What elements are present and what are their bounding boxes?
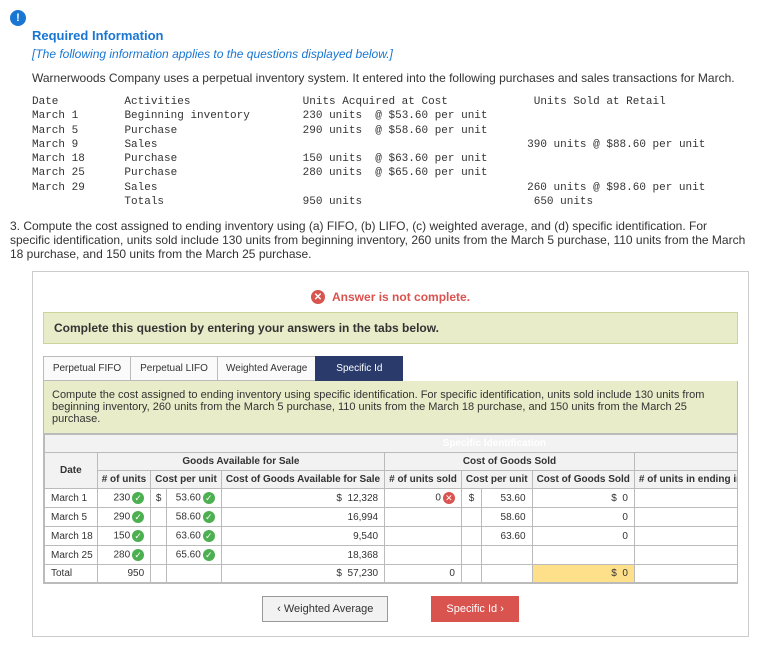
required-icon: ! [10, 10, 26, 26]
cell-cpu2-sym [461, 546, 481, 565]
cell-total-sold: 0 [385, 565, 462, 583]
check-icon: ✓ [132, 492, 144, 504]
cell-gafs: 16,994 [221, 508, 384, 527]
check-icon: ✓ [132, 549, 144, 561]
cell-cpu[interactable]: 53.60✓ [167, 489, 222, 508]
cell-cogs: 0 [532, 527, 634, 546]
cell-cpu2: 63.60 [482, 527, 532, 546]
chevron-left-icon: ‹ [277, 603, 281, 615]
cell-endu[interactable] [634, 489, 738, 508]
cell-sold[interactable] [385, 527, 462, 546]
cell-sold[interactable]: 0✕ [385, 489, 462, 508]
table-row: March 1 230✓ $ 53.60✓ $ 12,328 0✕ $ 53.6… [45, 489, 739, 508]
intro-text: Warnerwoods Company uses a perpetual inv… [32, 71, 749, 85]
cell-blank [151, 565, 167, 583]
table-title: Specific Identification [45, 435, 739, 453]
cell-cpu2-sym: $ [461, 489, 481, 508]
col-sold: # of units sold [385, 471, 462, 489]
cell-blank [461, 565, 481, 583]
col-gafs: Cost of Goods Available for Sale [221, 471, 384, 489]
table-row: March 25 280✓ 65.60✓ 18,368 65.60 0 [45, 546, 739, 565]
cell-total-cogs: $ 0 [532, 565, 634, 583]
check-icon: ✓ [203, 530, 215, 542]
specific-id-table: Specific Identification Date Goods Avail… [44, 434, 738, 583]
cell-total-endu: 0 [634, 565, 738, 583]
cell-units[interactable]: 290✓ [97, 508, 150, 527]
required-title: Required Information [32, 28, 749, 43]
cell-blank [167, 565, 222, 583]
cell-gafs: $ 12,328 [221, 489, 384, 508]
tab-specific[interactable]: Specific Id [315, 356, 403, 381]
table-row: March 5 290✓ 58.60✓ 16,994 58.60 0 58.60… [45, 508, 739, 527]
cell-cpu2: 58.60 [482, 508, 532, 527]
col-cogs: Cost of Goods Sold [532, 471, 634, 489]
cell-cpu2: 53.60 [482, 489, 532, 508]
cell-cpu2-sym [461, 508, 481, 527]
alert-text: Answer is not complete. [332, 290, 470, 304]
cell-date: March 5 [45, 508, 98, 527]
cell-sold[interactable] [385, 508, 462, 527]
cell-date: March 1 [45, 489, 98, 508]
col-date: Date [45, 453, 98, 489]
cell-cpu-sym [151, 546, 167, 565]
cell-units[interactable]: 280✓ [97, 546, 150, 565]
cell-cpu-sym [151, 527, 167, 546]
cell-cogs: 0 [532, 508, 634, 527]
cell-blank [482, 565, 532, 583]
tab-row: Perpetual FIFO Perpetual LIFO Weighted A… [43, 356, 738, 381]
alert-icon: ✕ [311, 290, 325, 304]
cell-date: March 18 [45, 527, 98, 546]
cell-cpu-sym: $ [151, 489, 167, 508]
cell-gafs: 18,368 [221, 546, 384, 565]
alert-banner: ✕ Answer is not complete. [43, 290, 738, 304]
col-group-end: Ending Inventory [634, 453, 738, 471]
col-endu: # of units in ending inventory [634, 471, 738, 489]
cell-units[interactable]: 150✓ [97, 527, 150, 546]
cell-date: March 25 [45, 546, 98, 565]
cell-cpu[interactable]: 65.60✓ [167, 546, 222, 565]
cell-total-gafs: $ 57,230 [221, 565, 384, 583]
col-cpu2: Cost per unit [461, 471, 532, 489]
next-button[interactable]: Specific Id › [431, 596, 518, 622]
tab-instruction: Compute the cost assigned to ending inve… [43, 381, 738, 434]
check-icon: ✓ [203, 492, 215, 504]
tab-weighted[interactable]: Weighted Average [217, 356, 316, 381]
cell-cogs: $ 0 [532, 489, 634, 508]
chevron-right-icon: › [500, 603, 504, 615]
x-icon: ✕ [443, 492, 455, 504]
cell-cpu-sym [151, 508, 167, 527]
tab-fifo[interactable]: Perpetual FIFO [43, 356, 131, 381]
cell-cpu[interactable]: 58.60✓ [167, 508, 222, 527]
ledger-block: Date Activities Units Acquired at Cost U… [32, 95, 749, 209]
cell-total-label: Total [45, 565, 98, 583]
cell-total-units: 950 [97, 565, 150, 583]
prev-button[interactable]: ‹ Weighted Average [262, 596, 388, 622]
cell-sold[interactable] [385, 546, 462, 565]
col-units: # of units [97, 471, 150, 489]
cell-units[interactable]: 230✓ [97, 489, 150, 508]
col-cpu: Cost per unit [151, 471, 222, 489]
note-text: [The following information applies to th… [32, 47, 749, 61]
cell-cogs [532, 546, 634, 565]
check-icon: ✓ [132, 511, 144, 523]
cell-endu[interactable] [634, 527, 738, 546]
col-group-gafs: Goods Available for Sale [97, 453, 384, 471]
table-row: March 18 150✓ 63.60✓ 9,540 63.60 0 63.60… [45, 527, 739, 546]
cell-cpu[interactable]: 63.60✓ [167, 527, 222, 546]
instruction-bar: Complete this question by entering your … [43, 312, 738, 344]
cell-cpu2 [482, 546, 532, 565]
cell-gafs: 9,540 [221, 527, 384, 546]
question3-text: 3. Compute the cost assigned to ending i… [10, 219, 749, 261]
cell-endu[interactable] [634, 508, 738, 527]
col-group-cogs: Cost of Goods Sold [385, 453, 635, 471]
check-icon: ✓ [132, 530, 144, 542]
total-row: Total 950 $ 57,230 0 $ 0 0 $ 0 [45, 565, 739, 583]
cell-endu[interactable] [634, 546, 738, 565]
tab-lifo[interactable]: Perpetual LIFO [130, 356, 218, 381]
check-icon: ✓ [203, 511, 215, 523]
cell-cpu2-sym [461, 527, 481, 546]
check-icon: ✓ [203, 549, 215, 561]
